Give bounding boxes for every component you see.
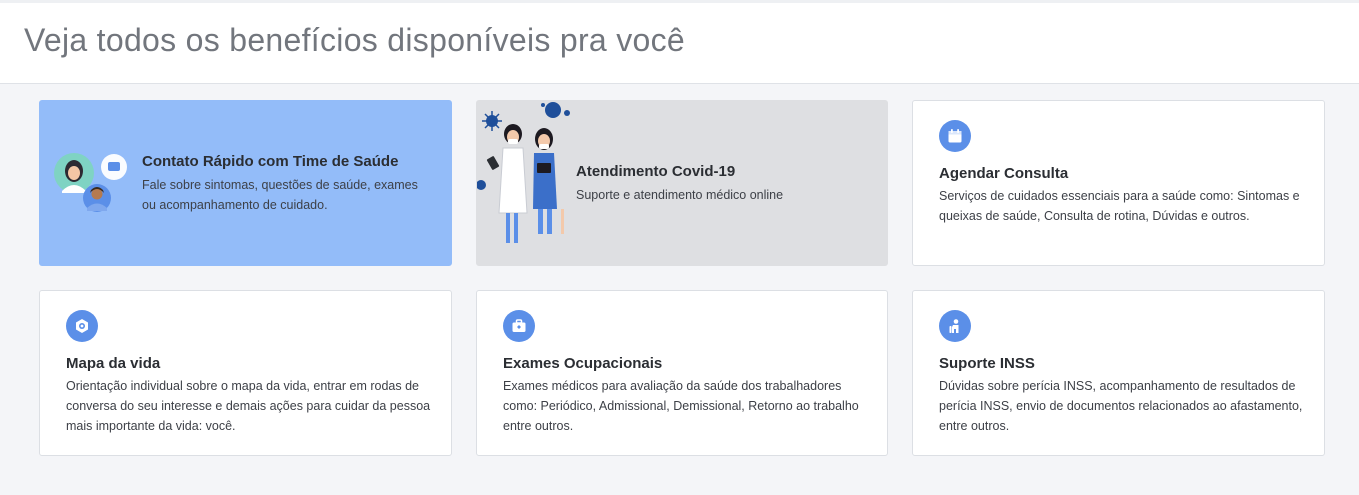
benefit-card-covid[interactable]: Atendimento Covid-19 Suporte e atendimen… — [476, 100, 888, 266]
benefit-card-exames-ocupacionais[interactable]: Exames Ocupacionais Exames médicos para … — [476, 290, 888, 456]
benefit-card-agendar-consulta[interactable]: Agendar Consulta Serviços de cuidados es… — [912, 100, 1325, 266]
covid-doctors-illustration — [476, 101, 575, 270]
card-description: Dúvidas sobre perícia INSS, acompanhamen… — [939, 379, 1303, 433]
doctor-chat-illustration — [52, 151, 132, 222]
card-description: Orientação individual sobre o mapa da vi… — [66, 379, 431, 433]
benefit-card-suporte-inss[interactable]: Suporte INSS Dúvidas sobre perícia INSS,… — [912, 290, 1325, 456]
calendar-icon — [939, 120, 971, 152]
card-title: Atendimento Covid-19 — [576, 163, 736, 180]
benefit-card-contato-rapido[interactable]: Contato Rápido com Time de Saúde Fale so… — [39, 100, 452, 266]
page-title: Veja todos os benefícios disponíveis pra… — [24, 22, 686, 58]
card-title: Mapa da vida — [66, 355, 161, 372]
card-title: Contato Rápido com Time de Saúde — [142, 153, 399, 170]
compass-icon — [66, 310, 98, 342]
card-description: Fale sobre sintomas, questões de saúde, … — [142, 178, 418, 212]
card-title: Exames Ocupacionais — [503, 355, 663, 372]
person-support-icon — [939, 310, 971, 342]
card-title: Suporte INSS — [939, 355, 1035, 372]
card-description: Suporte e atendimento médico online — [576, 188, 784, 202]
card-description: Serviços de cuidados essenciais para a s… — [939, 189, 1300, 223]
card-title: Agendar Consulta — [939, 165, 1069, 182]
briefcase-icon — [503, 310, 535, 342]
page-header: Veja todos os benefícios disponíveis pra… — [0, 3, 1359, 84]
card-description: Exames médicos para avaliação da saúde d… — [503, 379, 859, 433]
benefit-card-mapa-da-vida[interactable]: Mapa da vida Orientação individual sobre… — [39, 290, 452, 456]
